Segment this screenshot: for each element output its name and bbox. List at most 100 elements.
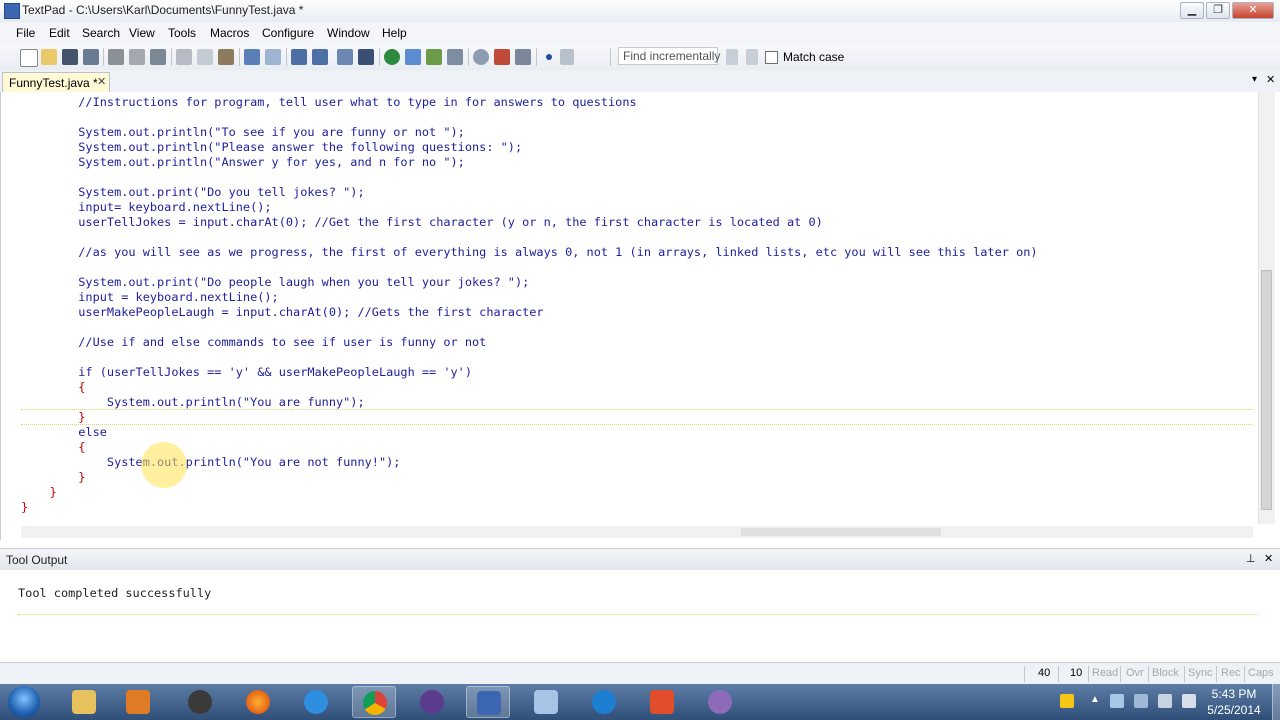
find-next-icon[interactable]	[726, 49, 738, 65]
spell-check-icon[interactable]	[150, 49, 166, 65]
outdent-icon[interactable]	[312, 49, 328, 65]
compare-icon[interactable]	[405, 49, 421, 65]
menu-tools[interactable]: Tools	[168, 26, 196, 40]
show-hidden-icons[interactable]: ▲	[1090, 694, 1100, 708]
code-line[interactable]: System.out.println("Please answer the fo…	[21, 140, 1038, 155]
code-line[interactable]: userMakePeopleLaugh = input.charAt(0); /…	[21, 305, 1038, 320]
taskbar-apps[interactable]	[640, 686, 684, 718]
tab-close-icon[interactable]: ✕	[97, 75, 106, 88]
vertical-scrollbar-thumb[interactable]	[1261, 270, 1272, 510]
show-desktop-button[interactable]	[1272, 684, 1280, 720]
code-line[interactable]: }	[21, 485, 1038, 500]
redo-icon[interactable]	[265, 49, 281, 65]
start-orb[interactable]	[8, 686, 40, 718]
match-case-checkbox[interactable]	[765, 51, 778, 64]
indent-icon[interactable]	[291, 49, 307, 65]
code-line[interactable]: if (userTellJokes == 'y' && userMakePeop…	[21, 365, 1038, 380]
code-line[interactable]: System.out.print("Do people laugh when y…	[21, 275, 1038, 290]
menu-edit[interactable]: Edit	[49, 26, 70, 40]
menu-window[interactable]: Window	[327, 26, 370, 40]
copy-icon[interactable]	[197, 49, 213, 65]
save-icon[interactable]	[62, 49, 78, 65]
code-line[interactable]: System.out.println("Answer y for yes, an…	[21, 155, 1038, 170]
menu-search[interactable]: Search	[82, 26, 120, 40]
action-center-icon[interactable]	[1060, 694, 1074, 708]
find-icon[interactable]	[447, 49, 463, 65]
textpad-app-icon[interactable]	[4, 3, 20, 19]
minimize-button[interactable]: ▁	[1180, 2, 1204, 19]
battery-icon[interactable]	[1134, 694, 1148, 708]
find-previous-icon[interactable]	[746, 49, 758, 65]
taskbar-virtualbox[interactable]	[524, 686, 568, 718]
code-line[interactable]	[21, 170, 1038, 185]
taskbar-teamviewer[interactable]	[582, 686, 626, 718]
code-line[interactable]: System.out.println("You are funny");	[21, 395, 1038, 410]
tool-output-close-icon[interactable]: ✕	[1264, 552, 1273, 565]
horizontal-scrollbar-thumb[interactable]	[741, 528, 941, 536]
code-line[interactable]: input = keyboard.nextLine();	[21, 290, 1038, 305]
code-line[interactable]: userTellJokes = input.charAt(0); //Get t…	[21, 215, 1038, 230]
code-line[interactable]	[21, 350, 1038, 365]
code-line[interactable]	[21, 320, 1038, 335]
find-in-files-icon[interactable]	[494, 49, 510, 65]
code-line[interactable]	[21, 230, 1038, 245]
new-file-icon[interactable]	[20, 49, 38, 67]
code-line[interactable]: }	[21, 410, 1038, 425]
code-line[interactable]: System.out.println("To see if you are fu…	[21, 125, 1038, 140]
taskbar-paint[interactable]	[698, 686, 742, 718]
print-icon[interactable]	[108, 49, 124, 65]
taskbar-explorer[interactable]	[62, 686, 106, 718]
menu-macros[interactable]: Macros	[210, 26, 249, 40]
macro-record-icon[interactable]	[515, 49, 531, 65]
code-line[interactable]	[21, 110, 1038, 125]
taskbar-media-player[interactable]	[116, 686, 160, 718]
macro-play-icon[interactable]	[546, 54, 552, 60]
tab-strip-close-icon[interactable]: ✕	[1266, 73, 1275, 86]
code-line[interactable]: else	[21, 425, 1038, 440]
find-incrementally-input[interactable]: Find incrementally	[618, 47, 720, 65]
volume-icon[interactable]	[1182, 694, 1196, 708]
taskbar-chrome[interactable]	[352, 686, 396, 718]
open-icon[interactable]	[41, 49, 57, 65]
print-preview-icon[interactable]	[129, 49, 145, 65]
tool-icon[interactable]	[426, 49, 442, 65]
code-editor[interactable]: //Instructions for program, tell user wh…	[0, 92, 1280, 540]
menu-file[interactable]: File	[16, 26, 35, 40]
wifi-icon[interactable]	[1158, 694, 1172, 708]
code-line[interactable]	[21, 260, 1038, 275]
word-wrap-icon[interactable]	[337, 49, 353, 65]
cut-icon[interactable]	[176, 49, 192, 65]
horizontal-scrollbar[interactable]	[21, 526, 1253, 538]
tool-output-panel[interactable]: Tool completed successfully	[0, 570, 1280, 662]
clock-date[interactable]: 5/25/2014	[1200, 703, 1268, 717]
pin-icon[interactable]: ⊥	[1246, 552, 1256, 565]
code-line[interactable]: System.out.print("Do you tell jokes? ");	[21, 185, 1038, 200]
tab-funnytest-java[interactable]: FunnyTest.java * ✕	[2, 72, 110, 92]
code-line[interactable]: //Instructions for program, tell user wh…	[21, 95, 1038, 110]
code-line[interactable]: }	[21, 500, 1038, 515]
vertical-scrollbar[interactable]	[1258, 92, 1275, 524]
code-line[interactable]: {	[21, 380, 1038, 395]
paste-icon[interactable]	[218, 49, 234, 65]
undo-icon[interactable]	[244, 49, 260, 65]
tab-list-icon[interactable]: ▾	[1252, 74, 1257, 85]
taskbar-internet-explorer[interactable]	[294, 686, 338, 718]
code-line[interactable]: //Use if and else commands to see if use…	[21, 335, 1038, 350]
taskbar-textpad[interactable]	[466, 686, 510, 718]
menu-view[interactable]: View	[129, 26, 155, 40]
replace-icon[interactable]	[473, 49, 489, 65]
save-all-icon[interactable]	[83, 49, 99, 65]
close-button[interactable]: ✕	[1232, 2, 1274, 19]
browser-icon[interactable]	[384, 49, 400, 65]
taskbar-hp[interactable]	[178, 686, 222, 718]
code-line[interactable]: //as you will see as we progress, the fi…	[21, 245, 1037, 260]
taskbar-firefox[interactable]	[236, 686, 280, 718]
pilcrow-icon[interactable]	[358, 49, 374, 65]
clock-time[interactable]: 5:43 PM	[1200, 687, 1268, 701]
code-line[interactable]: input= keyboard.nextLine();	[21, 200, 1038, 215]
menu-help[interactable]: Help	[382, 26, 407, 40]
taskbar-eclipse[interactable]	[410, 686, 454, 718]
maximize-button[interactable]: ❐	[1206, 2, 1230, 19]
menu-configure[interactable]: Configure	[262, 26, 314, 40]
network-icon[interactable]	[1110, 694, 1124, 708]
